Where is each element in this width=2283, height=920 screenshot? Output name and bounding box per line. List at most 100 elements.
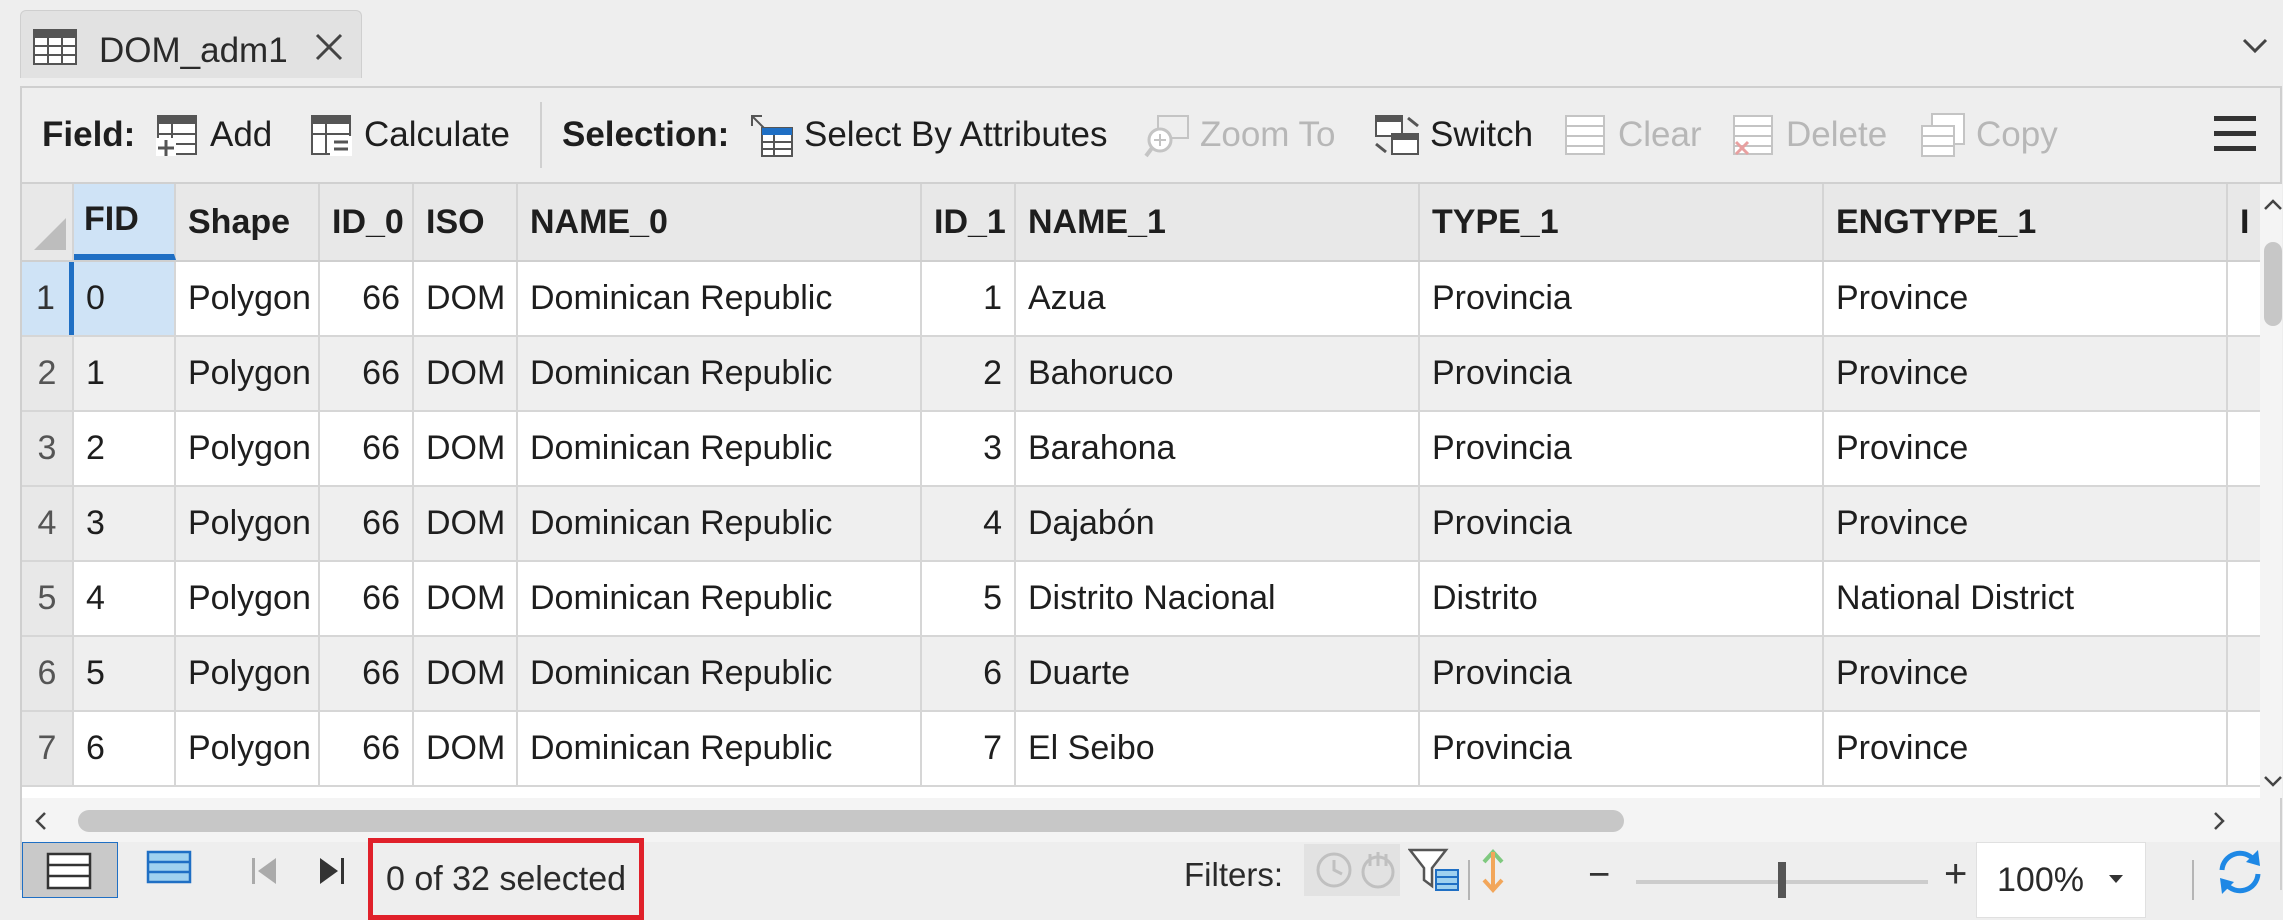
table-cell[interactable]: Province: [1824, 412, 2228, 485]
table-cell[interactable]: Dominican Republic: [518, 487, 922, 560]
row-number[interactable]: 4: [22, 487, 74, 560]
table-cell[interactable]: DOM: [414, 712, 518, 785]
table-cell[interactable]: Province: [1824, 487, 2228, 560]
table-cell[interactable]: Provincia: [1420, 487, 1824, 560]
time-filter-icon[interactable]: [1314, 848, 1354, 892]
table-cell[interactable]: 66: [320, 487, 414, 560]
table-row[interactable]: 6 5 Polygon 66 DOM Dominican Republic 6 Duarte P…: [22, 637, 2260, 712]
tab-dom-adm1[interactable]: DOM_adm1: [20, 10, 362, 78]
column-header-shape[interactable]: Shape: [176, 184, 320, 260]
zoom-level-dropdown[interactable]: 100%: [1976, 842, 2146, 918]
table-cell[interactable]: 1: [922, 262, 1016, 335]
table-cell[interactable]: Dominican Republic: [518, 637, 922, 710]
first-record-icon[interactable]: [244, 842, 284, 898]
range-filter-icon[interactable]: [1358, 848, 1398, 892]
table-cell[interactable]: Polygon: [176, 337, 320, 410]
select-by-attributes-button[interactable]: Select By Attributes: [748, 88, 1107, 182]
reorder-icon[interactable]: [1478, 846, 1508, 896]
column-header-id-0[interactable]: ID_0: [320, 184, 414, 260]
table-cell[interactable]: Dominican Republic: [518, 562, 922, 635]
table-cell[interactable]: DOM: [414, 337, 518, 410]
table-cell[interactable]: Duarte: [1016, 637, 1420, 710]
add-field-button[interactable]: Add: [154, 88, 272, 182]
column-header-id-1[interactable]: ID_1: [922, 184, 1016, 260]
column-header-name-1[interactable]: NAME_1: [1016, 184, 1420, 260]
table-cell[interactable]: Polygon: [176, 712, 320, 785]
zoom-to-button[interactable]: Zoom To: [1144, 88, 1336, 182]
table-cell[interactable]: 1: [74, 337, 176, 410]
table-cell[interactable]: 0: [74, 262, 176, 335]
table-cell[interactable]: Province: [1824, 262, 2228, 335]
table-cell[interactable]: Provincia: [1420, 637, 1824, 710]
horizontal-scroll-thumb[interactable]: [78, 810, 1624, 832]
table-row[interactable]: 7 6 Polygon 66 DOM Dominican Republic 7 El Seib…: [22, 712, 2260, 787]
select-all-corner[interactable]: [22, 184, 74, 260]
table-cell[interactable]: DOM: [414, 412, 518, 485]
table-cell[interactable]: Provincia: [1420, 337, 1824, 410]
table-cell[interactable]: Bahoruco: [1016, 337, 1420, 410]
zoom-in-button[interactable]: +: [1944, 852, 1967, 897]
table-cell[interactable]: 66: [320, 262, 414, 335]
row-number[interactable]: 6: [22, 637, 74, 710]
table-row[interactable]: 2 1 Polygon 66 DOM Dominican Republic 2 Bahoruc…: [22, 337, 2260, 412]
table-cell[interactable]: 7: [922, 712, 1016, 785]
show-selected-records-icon[interactable]: [126, 842, 216, 898]
row-number[interactable]: 3: [22, 412, 74, 485]
table-cell[interactable]: DOM: [414, 637, 518, 710]
zoom-slider-thumb[interactable]: [1778, 862, 1786, 898]
row-number[interactable]: 5: [22, 562, 74, 635]
table-cell[interactable]: Province: [1824, 337, 2228, 410]
last-record-icon[interactable]: [312, 842, 352, 898]
table-cell[interactable]: 4: [74, 562, 176, 635]
column-header-fid[interactable]: FID: [74, 184, 176, 260]
table-cell[interactable]: Distrito Nacional: [1016, 562, 1420, 635]
table-cell[interactable]: Provincia: [1420, 412, 1824, 485]
table-cell[interactable]: 3: [922, 412, 1016, 485]
table-cell[interactable]: Province: [1824, 637, 2228, 710]
table-cell[interactable]: Polygon: [176, 637, 320, 710]
table-cell[interactable]: 66: [320, 337, 414, 410]
table-row[interactable]: 3 2 Polygon 66 DOM Dominican Republic 3 Barahon…: [22, 412, 2260, 487]
column-header-iso[interactable]: ISO: [414, 184, 518, 260]
table-row[interactable]: 4 3 Polygon 66 DOM Dominican Republic 4 Dajabón…: [22, 487, 2260, 562]
scroll-left-icon[interactable]: [28, 808, 54, 834]
table-cell[interactable]: 66: [320, 412, 414, 485]
table-cell[interactable]: Polygon: [176, 262, 320, 335]
table-cell[interactable]: 5: [922, 562, 1016, 635]
table-cell[interactable]: Polygon: [176, 412, 320, 485]
table-cell[interactable]: Province: [1824, 712, 2228, 785]
copy-selection-button[interactable]: Copy: [1920, 88, 2058, 182]
show-all-records-icon[interactable]: [22, 842, 118, 898]
table-cell[interactable]: Dominican Republic: [518, 712, 922, 785]
table-cell[interactable]: Dominican Republic: [518, 412, 922, 485]
close-icon[interactable]: [309, 27, 349, 67]
table-row[interactable]: 5 4 Polygon 66 DOM Dominican Republic 5 Distrit…: [22, 562, 2260, 637]
table-cell[interactable]: DOM: [414, 262, 518, 335]
row-number[interactable]: 2: [22, 337, 74, 410]
table-cell[interactable]: 5: [74, 637, 176, 710]
table-cell[interactable]: Dajabón: [1016, 487, 1420, 560]
extent-filter-icon[interactable]: [1408, 846, 1460, 894]
scroll-up-icon[interactable]: [2260, 192, 2283, 218]
column-header-type-1[interactable]: TYPE_1: [1420, 184, 1824, 260]
table-cell[interactable]: 2: [922, 337, 1016, 410]
table-cell[interactable]: 66: [320, 637, 414, 710]
table-cell[interactable]: El Seibo: [1016, 712, 1420, 785]
table-cell[interactable]: 66: [320, 712, 414, 785]
table-cell[interactable]: Dominican Republic: [518, 262, 922, 335]
calculate-field-button[interactable]: Calculate: [308, 88, 510, 182]
menu-icon[interactable]: [2212, 110, 2258, 158]
table-cell[interactable]: 4: [922, 487, 1016, 560]
table-cell[interactable]: 2: [74, 412, 176, 485]
row-number[interactable]: 7: [22, 712, 74, 785]
table-cell[interactable]: Distrito: [1420, 562, 1824, 635]
chevron-down-icon[interactable]: [2240, 30, 2270, 60]
table-cell[interactable]: Azua: [1016, 262, 1420, 335]
switch-selection-button[interactable]: Switch: [1374, 88, 1533, 182]
table-cell[interactable]: Polygon: [176, 487, 320, 560]
row-number[interactable]: 1: [22, 262, 74, 335]
table-cell[interactable]: Provincia: [1420, 262, 1824, 335]
table-cell[interactable]: 3: [74, 487, 176, 560]
table-cell[interactable]: 66: [320, 562, 414, 635]
vertical-scroll-thumb[interactable]: [2264, 242, 2282, 326]
